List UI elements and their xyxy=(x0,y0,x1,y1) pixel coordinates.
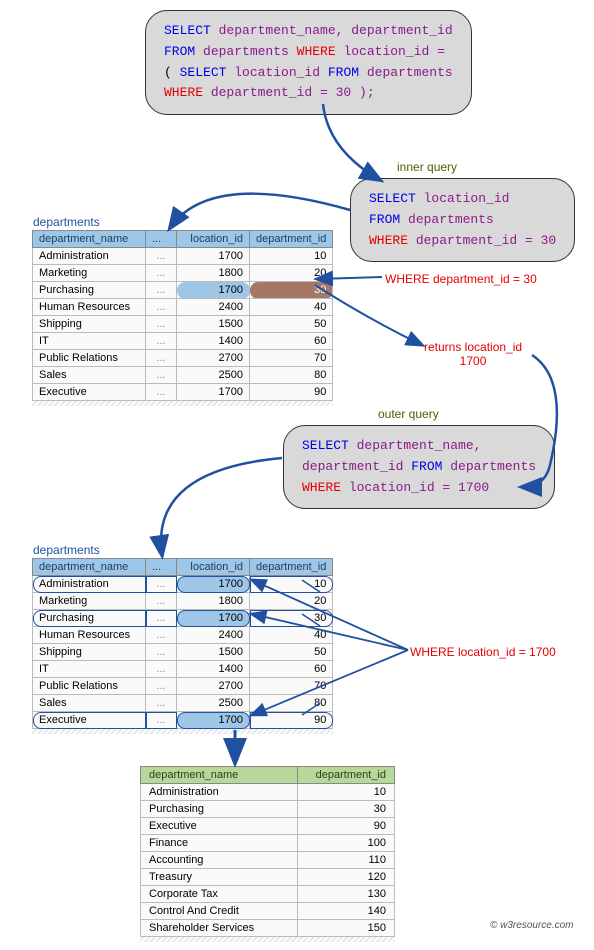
kw-where: WHERE xyxy=(302,480,349,495)
table-row: Sales...250080 xyxy=(33,367,333,384)
table-row: Purchasing...170030 xyxy=(33,282,333,299)
table-row: Administration10 xyxy=(141,784,395,801)
table-row: Public Relations...270070 xyxy=(33,350,333,367)
th-loc: location_id xyxy=(177,559,250,576)
outer-sql-box: SELECT department_name, department_id FR… xyxy=(283,425,555,509)
returns-value: 1700 xyxy=(460,354,487,368)
sql-table: departments xyxy=(408,212,494,227)
outer-query-label: outer query xyxy=(378,407,439,421)
sql-columns: department_name, department_id xyxy=(219,23,453,38)
th-dept: department_id xyxy=(250,231,333,248)
table-row: Marketing...180020 xyxy=(33,593,333,610)
inner-sql-box: SELECT location_id FROM departments WHER… xyxy=(350,178,575,262)
sql-cond: location_id = xyxy=(343,44,444,59)
table-row: Shipping...150050 xyxy=(33,316,333,333)
table-row: IT...140060 xyxy=(33,333,333,350)
sql-col: location_id xyxy=(234,65,328,80)
diagram-root: SELECT department_name, department_id FR… xyxy=(10,10,584,940)
paren-open: ( xyxy=(164,65,180,80)
th-dept: department_id xyxy=(298,767,395,784)
departments-table-1: department_name ... location_id departme… xyxy=(32,230,333,401)
table-row: Public Relations...270070 xyxy=(33,678,333,695)
table-row: Purchasing30 xyxy=(141,801,395,818)
table-row: Marketing...180020 xyxy=(33,265,333,282)
table-row: Executive...170090 xyxy=(33,384,333,401)
table-row: Shareholder Services150 xyxy=(141,920,395,937)
departments-label-1: departments xyxy=(33,215,100,229)
sql-table: departments xyxy=(203,44,297,59)
sql-cond: department_id = 30 ); xyxy=(211,85,375,100)
sql-col: department_id xyxy=(302,459,411,474)
table-row: Finance100 xyxy=(141,835,395,852)
kw-select: SELECT xyxy=(180,65,235,80)
sql-table: departments xyxy=(367,65,453,80)
kw-from: FROM xyxy=(328,65,367,80)
th-loc: location_id xyxy=(177,231,250,248)
kw-where: WHERE xyxy=(297,44,344,59)
th-name: department_name xyxy=(33,231,146,248)
top-sql-box: SELECT department_name, department_id FR… xyxy=(145,10,472,115)
sql-cond: department_id = 30 xyxy=(416,233,556,248)
table-row: Purchasing...170030 xyxy=(33,610,333,627)
table-row: Control And Credit140 xyxy=(141,903,395,920)
kw-from: FROM xyxy=(164,44,203,59)
table-row: IT...140060 xyxy=(33,661,333,678)
table-row: Human Resources...240040 xyxy=(33,299,333,316)
sql-table: departments xyxy=(450,459,536,474)
th-dots: ... xyxy=(146,559,177,576)
inner-where-annotation: WHERE department_id = 30 xyxy=(385,272,537,286)
kw-where: WHERE xyxy=(164,85,211,100)
table-row: Executive90 xyxy=(141,818,395,835)
kw-where: WHERE xyxy=(369,233,416,248)
kw-from: FROM xyxy=(411,459,450,474)
table-row: Treasury120 xyxy=(141,869,395,886)
kw-select: SELECT xyxy=(164,23,219,38)
th-name: department_name xyxy=(141,767,298,784)
table-row: Administration...170010 xyxy=(33,576,333,593)
sql-cond: location_id = 1700 xyxy=(349,480,489,495)
departments-label-2: departments xyxy=(33,543,100,557)
table-row: Executive...170090 xyxy=(33,712,333,729)
table-row: Corporate Tax130 xyxy=(141,886,395,903)
outer-where-annotation: WHERE location_id = 1700 xyxy=(410,645,556,659)
kw-from: FROM xyxy=(369,212,408,227)
sql-col: location_id xyxy=(424,191,510,206)
table-row: Shipping...150050 xyxy=(33,644,333,661)
kw-select: SELECT xyxy=(302,438,357,453)
credit-text: © w3resource.com xyxy=(490,920,574,931)
table-row: Accounting110 xyxy=(141,852,395,869)
sql-col: department_name, xyxy=(357,438,482,453)
kw-select: SELECT xyxy=(369,191,424,206)
table-row: Administration...170010 xyxy=(33,248,333,265)
th-dept: department_id xyxy=(250,559,333,576)
table-row: Sales...250080 xyxy=(33,695,333,712)
result-table: department_name department_id Administra… xyxy=(140,766,395,937)
table-row: Human Resources...240040 xyxy=(33,627,333,644)
th-dots: ... xyxy=(146,231,177,248)
inner-query-label: inner query xyxy=(397,160,457,174)
departments-table-2: department_name ... location_id departme… xyxy=(32,558,333,729)
th-name: department_name xyxy=(33,559,146,576)
returns-label: returns location_id xyxy=(424,340,522,354)
